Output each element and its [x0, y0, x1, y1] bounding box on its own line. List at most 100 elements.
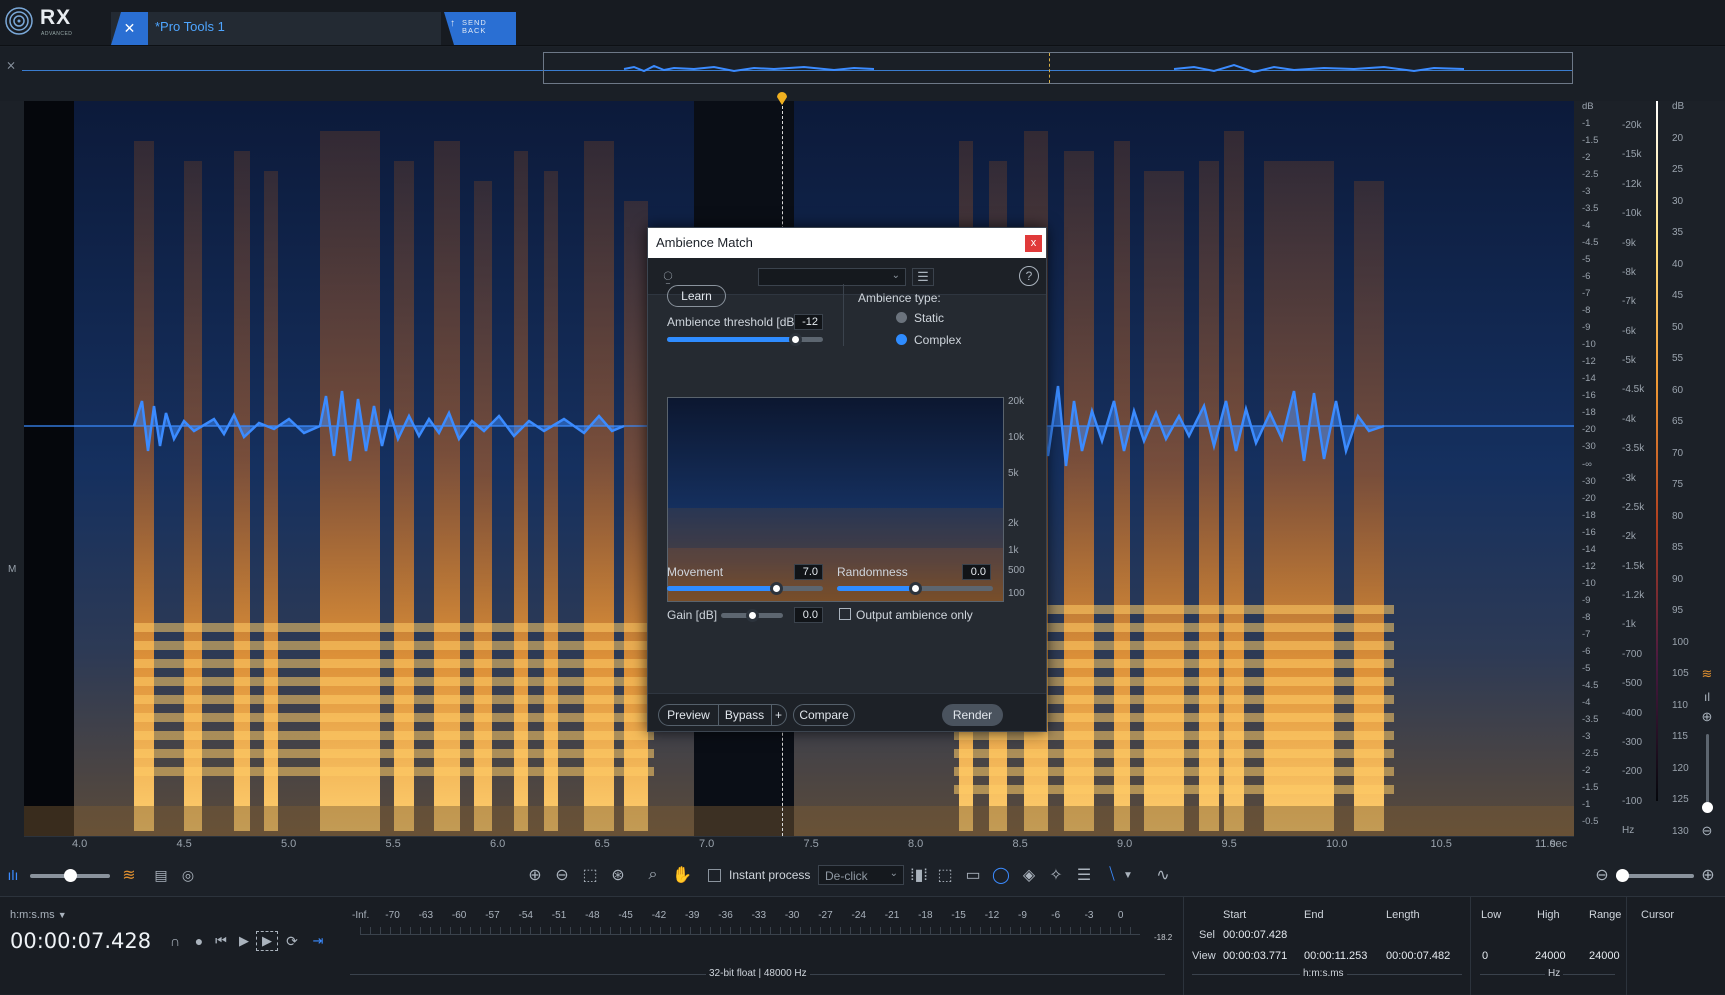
randomness-value[interactable]: 0.0 — [962, 564, 991, 580]
output-ambience-only-checkbox[interactable] — [839, 608, 851, 620]
markers-icon[interactable]: ◎ — [177, 864, 199, 886]
dialog-footer: Preview Bypass + Compare Render — [648, 693, 1046, 731]
module-chain-icon[interactable]: ⍜ — [658, 266, 678, 286]
horizontal-zoom-slider[interactable] — [1616, 869, 1694, 882]
db-tick-label: -3.5 — [1582, 203, 1599, 215]
time-frequency-selection-icon[interactable]: ⬚ — [934, 864, 956, 886]
close-dialog-button[interactable]: x — [1025, 235, 1042, 252]
static-radio[interactable] — [896, 312, 907, 323]
bypass-button[interactable]: Bypass — [718, 704, 772, 726]
frequency-tick-label: -20k — [1622, 120, 1642, 131]
time-format-select[interactable]: h:m:s.ms ▼ — [10, 909, 67, 921]
play-selection-icon[interactable]: ▶ — [256, 931, 278, 951]
playhead-marker-icon[interactable] — [776, 91, 788, 105]
harmonic-selection-icon[interactable]: ☰ — [1073, 864, 1095, 886]
help-icon[interactable]: ? — [1019, 266, 1039, 286]
randomness-slider[interactable] — [837, 582, 993, 595]
randomness-slider-knob[interactable] — [909, 582, 922, 595]
time-tick-label: 4.5 — [176, 838, 192, 850]
spectrogram-view-icon[interactable]: ≋ — [118, 864, 140, 886]
db-tick-label: -9 — [1582, 322, 1591, 334]
vertical-zoom-slider[interactable] — [1702, 734, 1713, 813]
vertical-zoom-in-icon[interactable]: ⊕ — [1698, 708, 1716, 726]
range-value[interactable]: 24000 — [1589, 950, 1620, 962]
view-length[interactable]: 00:00:07.482 — [1386, 950, 1450, 962]
zoom-selection-icon[interactable]: ⬚ — [579, 864, 601, 886]
pencil-tool-icon[interactable]: ∿ — [1152, 864, 1174, 886]
waveform-spectrogram-blend-slider[interactable] — [30, 869, 110, 882]
zoom-tool-icon[interactable]: ⌕ — [642, 864, 664, 886]
file-tab-label[interactable]: *Pro Tools 1 — [155, 19, 225, 34]
scroll-follow-icon[interactable]: ⇥ — [308, 931, 328, 951]
sel-start[interactable]: 00:00:07.428 — [1223, 929, 1287, 941]
gain-slider[interactable] — [721, 609, 783, 622]
preview-freq-tick-label: 100 — [1008, 588, 1025, 599]
horizontal-zoom-in-icon[interactable]: ⊕ — [1697, 864, 1719, 886]
db-right-tick-label: 55 — [1672, 353, 1684, 365]
preset-select[interactable]: ⌄ — [758, 268, 906, 286]
add-comparison-button[interactable]: + — [771, 704, 787, 726]
spectrogram-settings-icon[interactable]: ▤ — [150, 864, 172, 886]
spectrum-bars-icon[interactable]: ıl — [1698, 688, 1716, 706]
send-back-button[interactable]: ↑ SEND BACK — [444, 12, 516, 45]
meter-tick-label: -57 — [485, 910, 500, 921]
gain-slider-knob[interactable] — [746, 609, 759, 622]
lasso-tool-icon[interactable]: ◯ — [990, 864, 1012, 886]
time-tick-label: 5.5 — [385, 838, 401, 850]
instant-process-checkbox[interactable] — [708, 869, 721, 882]
vertical-zoom-out-icon[interactable]: ⊖ — [1698, 822, 1716, 840]
zoom-fit-icon[interactable]: ⊛ — [607, 864, 629, 886]
preset-menu-icon[interactable]: ☰ — [912, 268, 934, 286]
find-similar-icon[interactable]: ⧹ — [1101, 864, 1123, 886]
instant-process-select[interactable]: De-click ⌄ — [818, 865, 904, 885]
compare-button[interactable]: Compare — [793, 704, 855, 726]
complex-radio[interactable] — [896, 334, 907, 345]
preview-freq-tick-label: 10k — [1008, 432, 1025, 443]
brush-tool-icon[interactable]: ◈ — [1018, 864, 1040, 886]
static-radio-label[interactable]: Static — [914, 311, 944, 325]
movement-slider[interactable] — [667, 582, 823, 595]
horizontal-zoom-out-icon[interactable]: ⊖ — [1591, 864, 1613, 886]
headphones-icon[interactable]: ∩ — [165, 931, 185, 951]
frequency-tick-label: -3k — [1622, 472, 1636, 484]
time-selection-tool-icon[interactable]: ⁞▮⁞ — [908, 864, 930, 886]
meter-tick-label: -42 — [651, 910, 667, 921]
frequency-tick-label: -15k — [1622, 149, 1642, 161]
learn-button[interactable]: Learn — [667, 285, 726, 307]
collapse-overview-icon[interactable]: ⨯ — [6, 58, 16, 72]
magic-wand-icon[interactable]: ✧ — [1045, 864, 1067, 886]
play-icon[interactable]: ▶ — [234, 931, 254, 951]
preview-button[interactable]: Preview — [658, 704, 719, 726]
skip-back-icon[interactable]: ⏮ — [211, 931, 231, 951]
render-button[interactable]: Render — [942, 704, 1003, 726]
gain-value[interactable]: 0.0 — [794, 607, 823, 623]
movement-value[interactable]: 7.0 — [794, 564, 823, 580]
overview-view-window[interactable] — [543, 52, 1573, 84]
db-tick-label: -2.5 — [1582, 169, 1599, 181]
zoom-in-icon[interactable]: ⊕ — [524, 864, 546, 886]
section-divider — [843, 284, 844, 346]
loop-icon[interactable]: ⟳ — [282, 931, 302, 951]
frequency-selection-icon[interactable]: ▭ — [962, 864, 984, 886]
threshold-slider[interactable] — [667, 333, 823, 346]
chevron-down-icon[interactable]: ▼ — [1121, 864, 1135, 886]
high-value[interactable]: 24000 — [1535, 950, 1566, 962]
view-start[interactable]: 00:00:03.771 — [1223, 950, 1287, 962]
waveform-view-icon[interactable]: ılı — [2, 864, 24, 886]
dialog-title[interactable]: Ambience Match — [648, 228, 1046, 258]
meter-tick-label: -24 — [851, 910, 866, 921]
threshold-value[interactable]: -12 — [794, 314, 823, 330]
threshold-slider-knob[interactable] — [788, 333, 802, 346]
view-end[interactable]: 00:00:11.253 — [1304, 950, 1367, 962]
complex-radio-label[interactable]: Complex — [914, 333, 961, 347]
time-tick-label: sec — [1550, 838, 1568, 850]
low-value[interactable]: 0 — [1482, 950, 1488, 962]
zoom-out-icon[interactable]: ⊖ — [551, 864, 573, 886]
hand-tool-icon[interactable]: ✋ — [671, 864, 693, 886]
waveform-spectrum-toggle-icon[interactable]: ≋ — [1698, 665, 1716, 683]
high-header: High — [1537, 909, 1560, 921]
record-icon[interactable]: ● — [189, 931, 209, 951]
frequency-tick-label: -400 — [1622, 707, 1643, 719]
db-right-tick-label: 105 — [1672, 668, 1689, 680]
output-ambience-only-label[interactable]: Output ambience only — [856, 608, 973, 622]
